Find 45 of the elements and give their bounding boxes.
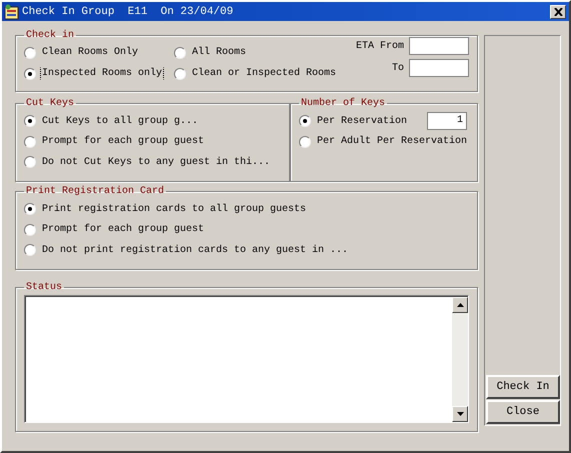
close-icon xyxy=(554,8,562,16)
radio-label[interactable]: Clean or Inspected Rooms xyxy=(190,67,338,80)
down-arrow-icon xyxy=(456,412,464,416)
group-title: Check in xyxy=(25,30,76,41)
radio-label[interactable]: Per Reservation xyxy=(314,114,409,128)
input-field[interactable] xyxy=(409,37,469,55)
up-arrow-icon xyxy=(456,303,464,307)
radio-circle[interactable] xyxy=(24,224,36,236)
radio-circle[interactable] xyxy=(24,244,36,256)
radio-circle[interactable] xyxy=(174,46,186,58)
radio-label[interactable]: Per Adult Per Reservation xyxy=(314,135,469,148)
field-label: ETA From xyxy=(356,40,404,52)
radio-label[interactable]: Do not print registration cards to any guest in ... xyxy=(40,244,350,257)
radio-circle[interactable] xyxy=(298,136,311,148)
radio-label[interactable]: Prompt for each group guest xyxy=(40,135,206,148)
radio-label[interactable]: Cut Keys to all group g... xyxy=(40,114,200,128)
radio-circle[interactable] xyxy=(24,46,36,58)
radio-circle[interactable] xyxy=(24,68,36,80)
radio-circle[interactable] xyxy=(24,156,36,168)
number-field[interactable]: 1 xyxy=(427,112,467,130)
scroll-bar[interactable] xyxy=(452,297,468,422)
group-title: Number of Keys xyxy=(300,98,386,109)
scroll-down-button[interactable] xyxy=(452,406,468,422)
radio-label[interactable]: All Rooms xyxy=(190,46,248,59)
app-icon xyxy=(4,4,20,20)
group-title: Print Registration Card xyxy=(25,186,166,197)
radio-label[interactable]: Do not Cut Keys to any guest in thi... xyxy=(40,156,272,169)
close-button[interactable] xyxy=(550,4,566,18)
radio-label[interactable]: Print registration cards to all group guests xyxy=(40,202,308,216)
radio-circle[interactable] xyxy=(24,136,36,148)
radio-label[interactable]: Clean Rooms Only xyxy=(40,46,140,59)
radio-circle[interactable] xyxy=(24,203,36,216)
group-title: Status xyxy=(25,282,64,293)
window-title: Check In Group E11 On 23/04/09 xyxy=(22,6,234,18)
radio-circle[interactable] xyxy=(298,115,311,128)
input-field[interactable] xyxy=(409,59,469,77)
field-label: To xyxy=(392,62,404,74)
scroll-up-button[interactable] xyxy=(452,297,468,313)
dialog-button[interactable]: Close xyxy=(486,400,560,424)
radio-circle[interactable] xyxy=(174,68,186,80)
radio-label[interactable]: Prompt for each group guest xyxy=(40,223,206,236)
radio-circle[interactable] xyxy=(24,115,36,128)
group-title: Cut Keys xyxy=(25,98,76,109)
dialog-button[interactable]: Check In xyxy=(486,375,560,399)
radio-label[interactable]: Inspected Rooms only xyxy=(40,67,164,80)
